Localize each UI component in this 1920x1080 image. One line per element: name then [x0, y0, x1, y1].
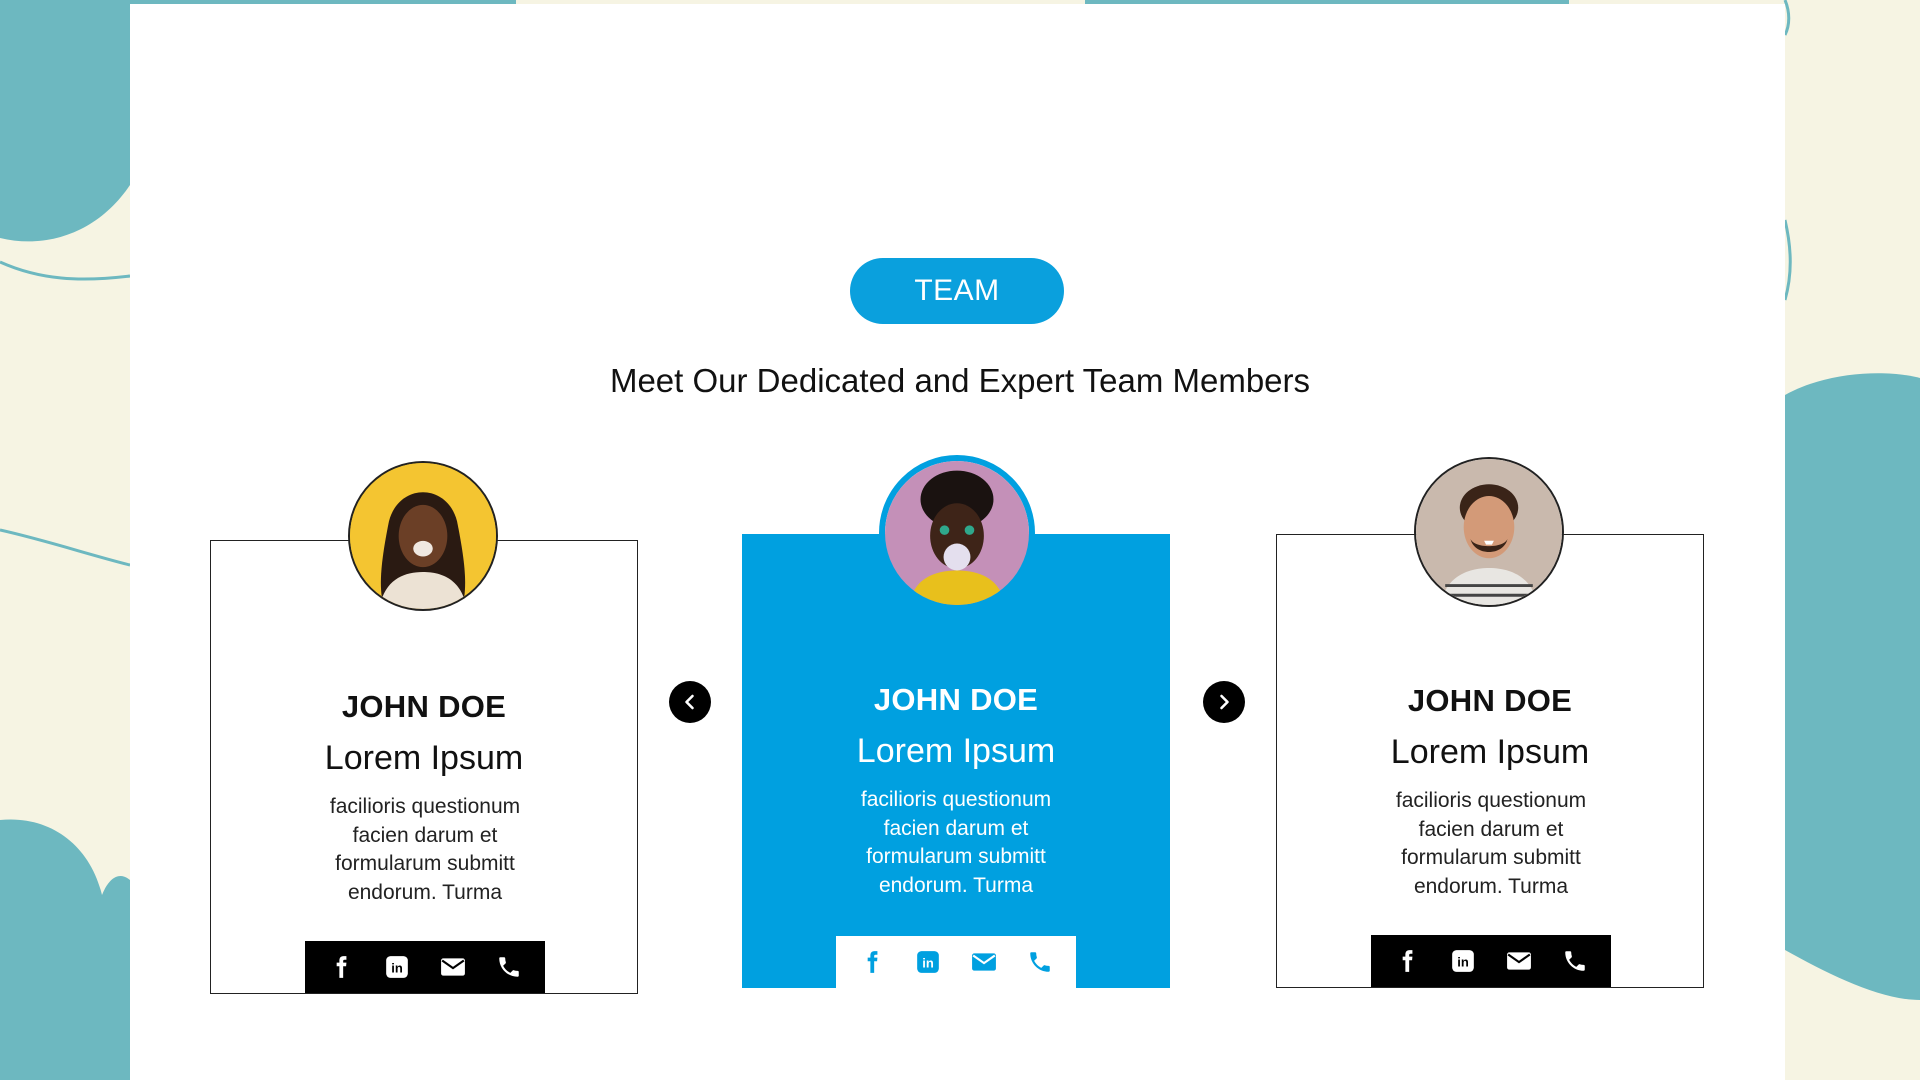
social-links: in: [305, 941, 545, 993]
linkedin-icon[interactable]: in: [382, 952, 412, 982]
phone-icon[interactable]: [1560, 946, 1590, 976]
email-icon[interactable]: [969, 947, 999, 977]
member-name: JOHN DOE: [341, 689, 507, 724]
team-badge[interactable]: TEAM: [850, 258, 1064, 324]
blob-right: [1785, 373, 1920, 1000]
member-name: JOHN DOE: [1407, 683, 1573, 718]
blob-bottom-left: [0, 819, 130, 1080]
member-avatar: [1414, 457, 1564, 607]
blob-top-left: [0, 0, 130, 242]
svg-text:in: in: [391, 960, 403, 975]
member-description: facilioris questionum facien darum et fo…: [860, 788, 1052, 897]
line-mid-left: [0, 528, 131, 567]
social-links: in: [1371, 935, 1611, 987]
facebook-icon[interactable]: [1392, 946, 1422, 976]
phone-icon[interactable]: [494, 952, 524, 982]
member-description: facilioris questionum facien darum et fo…: [329, 795, 521, 904]
member-avatar: [348, 461, 498, 611]
member-role: Lorem Ipsum: [324, 739, 524, 777]
line-right: [1783, 219, 1792, 301]
social-links: in: [836, 936, 1076, 988]
member-avatar: [879, 455, 1035, 611]
prev-button[interactable]: [669, 681, 711, 723]
next-button[interactable]: [1203, 681, 1245, 723]
line-top-right: [1783, 0, 1791, 36]
facebook-icon[interactable]: [326, 952, 356, 982]
member-description: facilioris questionum facien darum et fo…: [1395, 789, 1587, 898]
line-top-left: [0, 260, 131, 281]
svg-text:in: in: [1457, 954, 1469, 969]
linkedin-icon[interactable]: in: [1448, 946, 1478, 976]
phone-icon[interactable]: [1025, 947, 1055, 977]
member-role: Lorem Ipsum: [856, 732, 1056, 770]
svg-text:in: in: [922, 955, 934, 970]
member-name: JOHN DOE: [873, 682, 1039, 717]
section-title: Meet Our Dedicated and Expert Team Membe…: [609, 362, 1311, 399]
email-icon[interactable]: [438, 952, 468, 982]
facebook-icon[interactable]: [857, 947, 887, 977]
member-role: Lorem Ipsum: [1390, 733, 1590, 771]
chevron-left-icon: [685, 694, 694, 710]
linkedin-icon[interactable]: in: [913, 947, 943, 977]
chevron-right-icon: [1220, 694, 1229, 710]
email-icon[interactable]: [1504, 946, 1534, 976]
